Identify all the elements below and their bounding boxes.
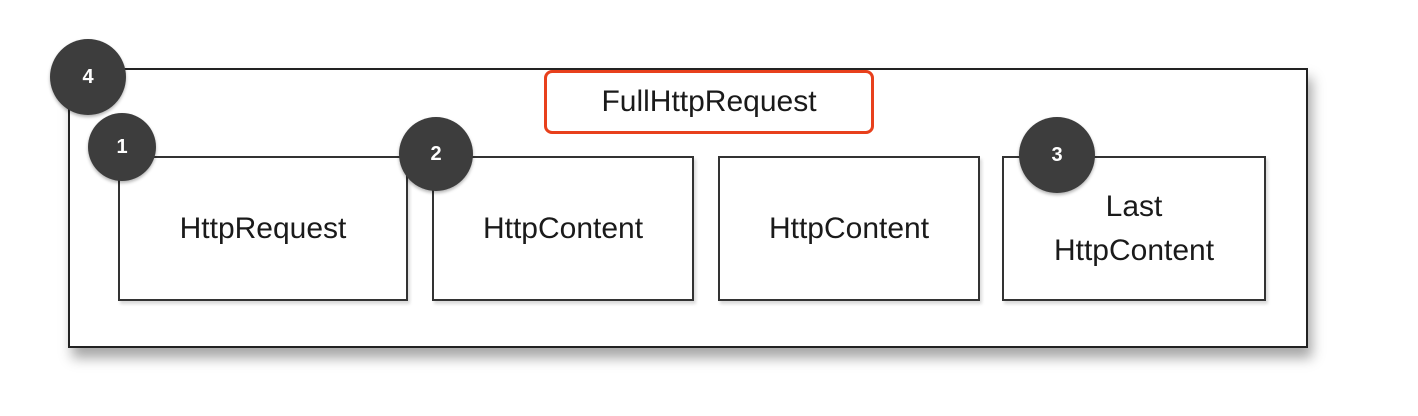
http-content-label-2: HttpContent (768, 211, 930, 245)
last-http-content-line-1: Last (1105, 189, 1163, 223)
http-content-box-2: HttpContent (718, 156, 980, 301)
last-http-content-line-2: HttpContent (1053, 233, 1215, 267)
step-badge-1: 1 (88, 113, 156, 181)
step-badge-3: 3 (1019, 117, 1095, 193)
http-request-box: HttpRequest (118, 156, 408, 301)
step-badge-4: 4 (50, 39, 126, 115)
container-title: FullHttpRequest (601, 85, 817, 118)
step-badge-2: 2 (399, 117, 473, 191)
http-content-box-1: HttpContent (432, 156, 694, 301)
last-http-content-label: Last HttpContent (1054, 185, 1214, 273)
title-highlight-box: FullHttpRequest (544, 70, 874, 134)
http-request-label: HttpRequest (179, 211, 347, 245)
http-content-label-1: HttpContent (482, 211, 644, 245)
